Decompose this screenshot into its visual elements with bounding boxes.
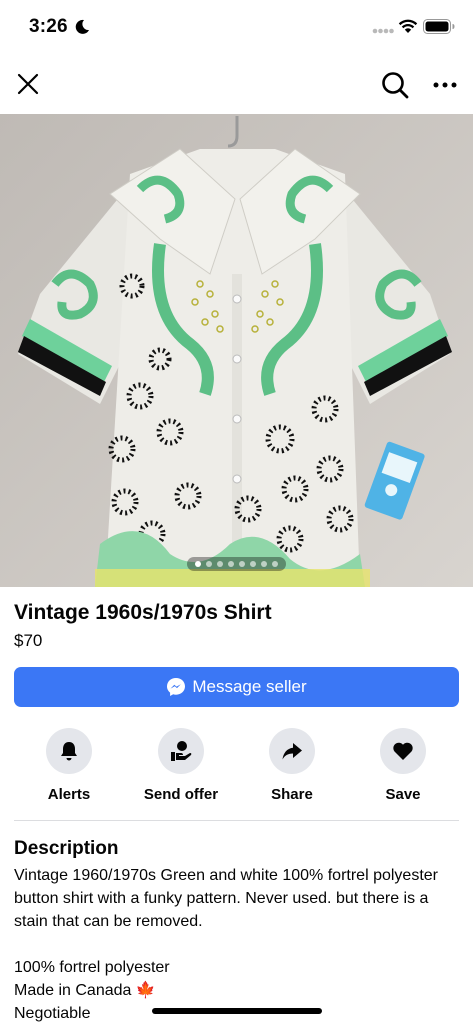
- status-time: 3:26: [29, 16, 68, 37]
- pagination-dot: [261, 561, 267, 567]
- pagination-dot: [195, 561, 201, 567]
- description-gap: [14, 933, 459, 956]
- pagination-dot: [250, 561, 256, 567]
- moon-icon: [75, 19, 89, 34]
- close-icon: [17, 73, 39, 95]
- description-heading: Description: [14, 838, 119, 859]
- section-divider: [14, 820, 459, 821]
- share-button[interactable]: Share: [242, 728, 342, 803]
- save-circle: [380, 728, 426, 774]
- pagination-dot: [272, 561, 278, 567]
- message-seller-button[interactable]: Message seller: [14, 667, 459, 707]
- home-indicator[interactable]: [152, 1008, 322, 1014]
- search-button[interactable]: [376, 66, 414, 104]
- listing-photo[interactable]: [0, 114, 473, 587]
- listing-price: $70: [14, 631, 43, 650]
- save-button[interactable]: Save: [353, 728, 453, 803]
- action-row: Alerts Send offer Share Save: [0, 728, 473, 808]
- save-label: Save: [385, 786, 421, 803]
- bell-icon: [61, 742, 77, 761]
- send-offer-button[interactable]: Send offer: [131, 728, 231, 803]
- top-nav: [0, 56, 473, 114]
- heart-icon: [393, 742, 413, 760]
- search-icon: [382, 72, 409, 99]
- alerts-label: Alerts: [47, 786, 91, 803]
- share-label: Share: [271, 786, 313, 803]
- share-circle: [269, 728, 315, 774]
- listing-title: Vintage 1960s/1970s Shirt: [14, 601, 272, 624]
- status-bar: 3:26: [0, 0, 473, 56]
- description-line: Made in Canada 🍁: [14, 982, 156, 999]
- description-line: Vintage 1960/1970s Green and white 100% …: [14, 867, 438, 930]
- pagination-pill: [187, 557, 286, 571]
- description-body: Vintage 1960/1970s Green and white 100% …: [14, 864, 459, 1025]
- alerts-circle: [46, 728, 92, 774]
- send-offer-circle: [158, 728, 204, 774]
- share-arrow-icon: [282, 743, 302, 760]
- photo-pagination: [0, 557, 473, 571]
- cellular-signal-icon: [372, 28, 394, 34]
- messenger-icon: [167, 678, 186, 696]
- wifi-icon: [398, 19, 418, 33]
- more-dots-icon: [433, 82, 457, 88]
- send-offer-label: Send offer: [143, 786, 219, 803]
- close-button[interactable]: [10, 66, 46, 102]
- pagination-dot: [206, 561, 212, 567]
- pagination-dot: [217, 561, 223, 567]
- more-options-button[interactable]: [426, 66, 464, 104]
- pagination-dot: [239, 561, 245, 567]
- battery-icon: [423, 19, 455, 34]
- description-line: 100% fortrel polyester: [14, 959, 170, 976]
- message-seller-label: Message seller: [192, 677, 307, 696]
- shirt-image: [0, 114, 473, 587]
- pagination-dot: [228, 561, 234, 567]
- alerts-button[interactable]: Alerts: [19, 728, 119, 803]
- offer-icon: [171, 741, 192, 761]
